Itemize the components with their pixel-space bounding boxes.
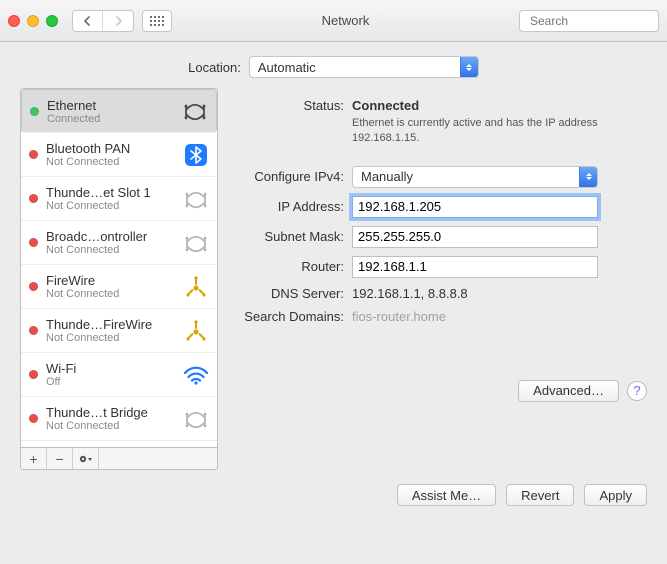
service-name: Wi-Fi (46, 361, 175, 376)
location-select[interactable]: Automatic (249, 56, 479, 78)
apply-button[interactable]: Apply (584, 484, 647, 506)
chevron-updown-icon (460, 57, 478, 77)
firewire-icon (183, 319, 209, 343)
location-row: Location: Automatic (0, 42, 667, 88)
status-dot-icon (29, 414, 38, 423)
status-description: Ethernet is currently active and has the… (352, 116, 612, 146)
assist-me-button[interactable]: Assist Me… (397, 484, 496, 506)
service-name: Thunde…t Bridge (46, 405, 175, 420)
status-dot-icon (29, 194, 38, 203)
forward-button[interactable] (103, 11, 133, 31)
service-name: Broadc…ontroller (46, 229, 175, 244)
sidebar-item-bluetooth-pan[interactable]: Bluetooth PAN Not Connected (21, 133, 217, 177)
help-button[interactable]: ? (627, 381, 647, 401)
dns-server-label: DNS Server: (232, 286, 352, 301)
sidebar-item-thunde-t-bridge[interactable]: Thunde…t Bridge Not Connected (21, 397, 217, 441)
nav-back-forward (72, 10, 134, 32)
detail-panel: Status: Connected Ethernet is currently … (232, 88, 647, 470)
router-input[interactable] (352, 256, 598, 278)
status-dot-icon (29, 238, 38, 247)
search-domains-value: fios-router.home (352, 309, 647, 324)
service-status: Connected (47, 113, 174, 125)
ip-address-label: IP Address: (232, 199, 352, 214)
subnet-mask-label: Subnet Mask: (232, 229, 352, 244)
revert-button[interactable]: Revert (506, 484, 574, 506)
service-status: Not Connected (46, 244, 175, 256)
location-label: Location: (188, 60, 241, 75)
sidebar-footer: + − (20, 448, 218, 470)
sidebar-item-broadc-ontroller[interactable]: Broadc…ontroller Not Connected (21, 221, 217, 265)
search-domains-label: Search Domains: (232, 309, 352, 324)
service-status: Not Connected (46, 156, 175, 168)
service-sidebar: Ethernet Connected Bluetooth PAN Not Con… (20, 88, 218, 470)
show-all-button[interactable] (142, 10, 172, 32)
chevron-updown-icon (579, 167, 597, 187)
service-actions-menu[interactable] (73, 448, 99, 469)
wifi-icon (183, 363, 209, 387)
window-controls (8, 15, 58, 27)
sidebar-item-thunde-et-slot-1[interactable]: Thunde…et Slot 1 Not Connected (21, 177, 217, 221)
close-window-button[interactable] (8, 15, 20, 27)
sidebar-item-wi-fi[interactable]: Wi-Fi Off (21, 353, 217, 397)
configure-ipv4-select[interactable]: Manually (352, 166, 598, 188)
service-status: Not Connected (46, 332, 175, 344)
remove-service-button[interactable]: − (47, 448, 73, 469)
router-label: Router: (232, 259, 352, 274)
firewire-icon (183, 275, 209, 299)
ip-address-input[interactable] (352, 196, 598, 218)
status-dot-icon (29, 326, 38, 335)
sidebar-item-firewire[interactable]: FireWire Not Connected (21, 265, 217, 309)
search-field[interactable] (519, 10, 659, 32)
service-name: Ethernet (47, 98, 174, 113)
status-dot-icon (30, 107, 39, 116)
ethernet-icon (183, 187, 209, 211)
search-input[interactable] (530, 14, 667, 28)
ethernet-icon (182, 99, 208, 123)
status-dot-icon (29, 370, 38, 379)
service-status: Not Connected (46, 200, 175, 212)
service-status: Off (46, 376, 175, 388)
location-value: Automatic (258, 60, 316, 75)
add-service-button[interactable]: + (21, 448, 47, 469)
window-title: Network (180, 13, 511, 28)
status-label: Status: (232, 98, 352, 113)
status-value: Connected (352, 98, 647, 113)
sidebar-item-thunde-firewire[interactable]: Thunde…FireWire Not Connected (21, 309, 217, 353)
ethernet-icon (183, 231, 209, 255)
dns-server-value: 192.168.1.1, 8.8.8.8 (352, 286, 647, 301)
ethernet-icon (183, 407, 209, 431)
titlebar: Network (0, 0, 667, 42)
service-list: Ethernet Connected Bluetooth PAN Not Con… (20, 88, 218, 448)
service-status: Not Connected (46, 288, 175, 300)
service-name: Thunde…et Slot 1 (46, 185, 175, 200)
subnet-mask-input[interactable] (352, 226, 598, 248)
status-dot-icon (29, 150, 38, 159)
zoom-window-button[interactable] (46, 15, 58, 27)
advanced-button[interactable]: Advanced… (518, 380, 619, 402)
minimize-window-button[interactable] (27, 15, 39, 27)
footer: Assist Me… Revert Apply (0, 470, 667, 506)
sidebar-item-ethernet[interactable]: Ethernet Connected (21, 89, 217, 133)
service-status: Not Connected (46, 420, 175, 432)
bluetooth-icon (183, 143, 209, 167)
configure-ipv4-label: Configure IPv4: (232, 169, 352, 184)
status-dot-icon (29, 282, 38, 291)
service-name: Bluetooth PAN (46, 141, 175, 156)
gear-icon (78, 453, 94, 465)
configure-ipv4-value: Manually (361, 169, 413, 184)
grid-icon (150, 16, 164, 26)
back-button[interactable] (73, 11, 103, 31)
service-name: FireWire (46, 273, 175, 288)
service-name: Thunde…FireWire (46, 317, 175, 332)
